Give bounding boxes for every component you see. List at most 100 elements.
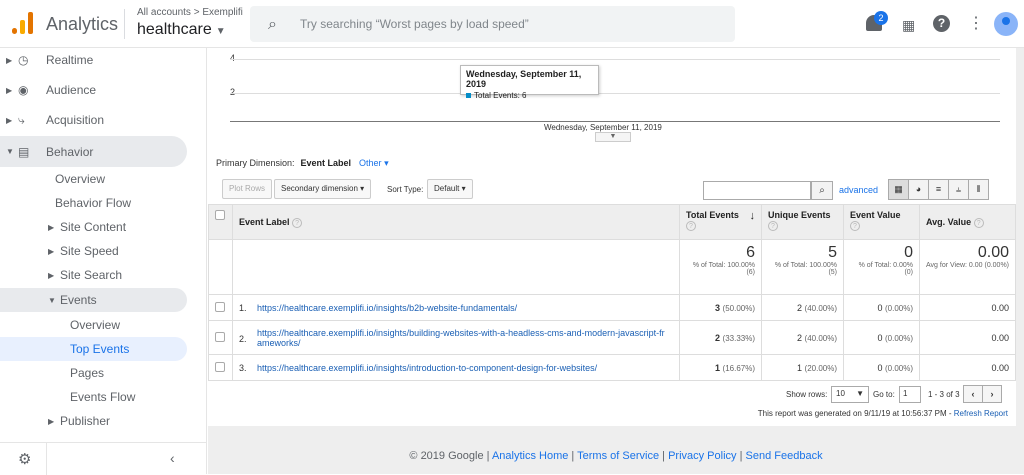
col-avg-value[interactable]: Avg. Value ? (919, 204, 1016, 240)
report-card: 4 2 Wednesday, September 11, 2019 Total … (208, 48, 1016, 426)
col-event-label[interactable]: Event Label ? (232, 204, 680, 240)
primary-dimension-label: Primary Dimension: (216, 158, 295, 168)
cell-value: 0.00 (991, 362, 1009, 373)
row-checkbox[interactable] (215, 361, 225, 372)
plot-rows-button[interactable]: Plot Rows (222, 179, 273, 199)
dimension-other-link[interactable]: Other ▾ (359, 158, 389, 168)
comparison-view-icon[interactable]: ⫨ (948, 179, 969, 200)
col-event-value[interactable]: Event Value? (843, 204, 920, 240)
total-value: 6 (746, 244, 755, 261)
sidebar-item-events-flow[interactable]: Events Flow (0, 385, 190, 409)
sidebar-item-label: Events (60, 293, 97, 307)
cell-pct: (16.67%) (722, 363, 755, 373)
event-label-link[interactable]: https://healthcare.exemplifi.io/insights… (257, 303, 517, 313)
row-index: 2. (239, 333, 247, 344)
sidebar-item-label: Acquisition (46, 113, 105, 127)
total-events-cell: 1 (16.67%) (679, 354, 762, 381)
event-value-cell: 0 (0.00%) (843, 294, 920, 321)
series-swatch (466, 93, 471, 98)
sidebar-item-behavior-flow[interactable]: Behavior Flow (0, 191, 190, 215)
pie-view-icon[interactable]: ◕ (908, 179, 929, 200)
sidebar-item-events[interactable]: ▼ Events (0, 288, 187, 312)
sidebar-item-site-content[interactable]: ▶ Site Content (0, 215, 190, 239)
cell-value: 2 (715, 332, 721, 343)
help-icon[interactable]: ? (768, 221, 778, 231)
goto-input[interactable]: 1 (899, 386, 921, 403)
tooltip-date: Wednesday, September 11, 2019 (466, 69, 582, 89)
collapse-sidebar-icon[interactable]: ‹ (170, 450, 175, 466)
sidebar-item-behavior[interactable]: ▼ ▤ Behavior (0, 136, 187, 167)
sidebar-item-events-overview[interactable]: Overview (0, 313, 190, 337)
sidebar-item-audience[interactable]: ▶ ◉ Audience (0, 78, 190, 102)
row-checkbox[interactable] (215, 301, 225, 312)
table-search-icon[interactable]: ⌕ (811, 181, 833, 200)
avg-value-total: 0.00 Avg for View: 0.00 (0.00%) (919, 239, 1016, 295)
table-row: 3. https://healthcare.exemplifi.io/insigh… (208, 354, 1016, 381)
gear-icon[interactable]: ⚙ (18, 450, 31, 468)
terms-link[interactable]: Terms of Service (577, 450, 659, 462)
col-unique-events[interactable]: Unique Events? (761, 204, 844, 240)
table-view-icon[interactable]: ▦ (888, 179, 909, 200)
dimension-event-label[interactable]: Event Label (301, 158, 352, 168)
event-label-link[interactable]: https://healthcare.exemplifi.io/insights… (257, 328, 667, 348)
analytics-home-link[interactable]: Analytics Home (492, 450, 568, 462)
sidebar-item-realtime[interactable]: ▶ ◷ Realtime (0, 48, 190, 72)
next-page-button[interactable]: › (982, 385, 1002, 403)
sidebar-item-publisher[interactable]: ▶ Publisher (0, 409, 190, 433)
refresh-report-link[interactable]: Refresh Report (954, 409, 1008, 418)
sidebar-item-pages[interactable]: Pages (0, 361, 190, 385)
event-label-link[interactable]: https://healthcare.exemplifi.io/insights… (257, 363, 597, 373)
prev-page-button[interactable]: ‹ (963, 385, 983, 403)
table-search-input[interactable] (703, 181, 811, 200)
property-selector[interactable]: healthcare ▼ (137, 21, 226, 39)
col-total-events[interactable]: Total Events ↓? (679, 204, 762, 240)
row-checkbox-cell (208, 320, 233, 355)
x-axis-line (230, 121, 1000, 122)
cell-pct: (0.00%) (884, 303, 913, 313)
secondary-dimension-dropdown[interactable]: Secondary dimension ▾ (274, 179, 372, 199)
help-icon[interactable]: ? (850, 221, 860, 231)
search-bar[interactable]: ⌕ Try searching “Worst pages by load spe… (250, 6, 735, 42)
sidebar-item-label: Overview (70, 318, 121, 332)
column-header-label: Avg. Value (926, 216, 972, 227)
sort-type-dropdown[interactable]: Default ▾ (427, 179, 473, 199)
apps-grid-icon[interactable]: ▦ (902, 17, 915, 34)
help-icon[interactable]: ? (973, 217, 984, 228)
help-icon[interactable]: ? (686, 221, 696, 231)
divider (124, 9, 125, 39)
help-icon[interactable]: ? (292, 217, 303, 228)
send-feedback-link[interactable]: Send Feedback (746, 450, 823, 462)
row-checkbox[interactable] (215, 331, 225, 342)
total-value: 5 (828, 244, 837, 261)
cell-pct: (50.00%) (722, 303, 755, 313)
expand-arrow-icon: ▶ (48, 270, 55, 280)
show-rows-select[interactable]: 10 ▼ (831, 386, 869, 403)
analytics-logo-icon[interactable] (12, 12, 34, 34)
collapse-arrow-icon: ▼ (48, 295, 56, 305)
table-footer: Show rows: 10 ▼ Go to: 1 1 - 3 of 3 ‹ › T… (208, 380, 1016, 422)
chart-resize-handle[interactable]: ▼ (595, 132, 631, 142)
sidebar-item-acquisition[interactable]: ▶ ⤷ Acquisition (0, 108, 190, 132)
table-toolbar: Plot Rows Secondary dimension ▾ Sort Typ… (208, 173, 1016, 203)
more-options-icon[interactable]: ⋮ (968, 13, 984, 33)
sidebar-item-behavior-overview[interactable]: Overview (0, 167, 190, 191)
advanced-filter-link[interactable]: advanced (839, 185, 878, 195)
select-all-checkbox[interactable] (215, 210, 225, 220)
sidebar-item-label: Overview (55, 172, 106, 186)
row-range: 1 - 3 of 3 (928, 390, 960, 399)
cell-value: 0 (877, 362, 883, 373)
sidebar-item-site-speed[interactable]: ▶ Site Speed (0, 239, 190, 263)
sidebar-item-top-events[interactable]: Top Events (0, 337, 187, 361)
table-row: 1. https://healthcare.exemplifi.io/insigh… (208, 294, 1016, 321)
account-breadcrumb[interactable]: All accounts > Exemplifi (137, 7, 243, 18)
total-sub: % of Total: 0.00% (0) (858, 262, 913, 276)
dropdown-label: Secondary dimension (281, 184, 358, 193)
performance-view-icon[interactable]: ≡ (928, 179, 949, 200)
sidebar-item-site-search[interactable]: ▶ Site Search (0, 263, 190, 287)
search-icon: ⌕ (268, 16, 277, 33)
privacy-link[interactable]: Privacy Policy (668, 450, 736, 462)
help-icon[interactable]: ? (933, 15, 950, 32)
events-table: Event Label ? Total Events ↓? Unique Eve… (208, 204, 1016, 381)
pivot-view-icon[interactable]: ⫴ (968, 179, 989, 200)
avatar[interactable] (994, 12, 1018, 36)
